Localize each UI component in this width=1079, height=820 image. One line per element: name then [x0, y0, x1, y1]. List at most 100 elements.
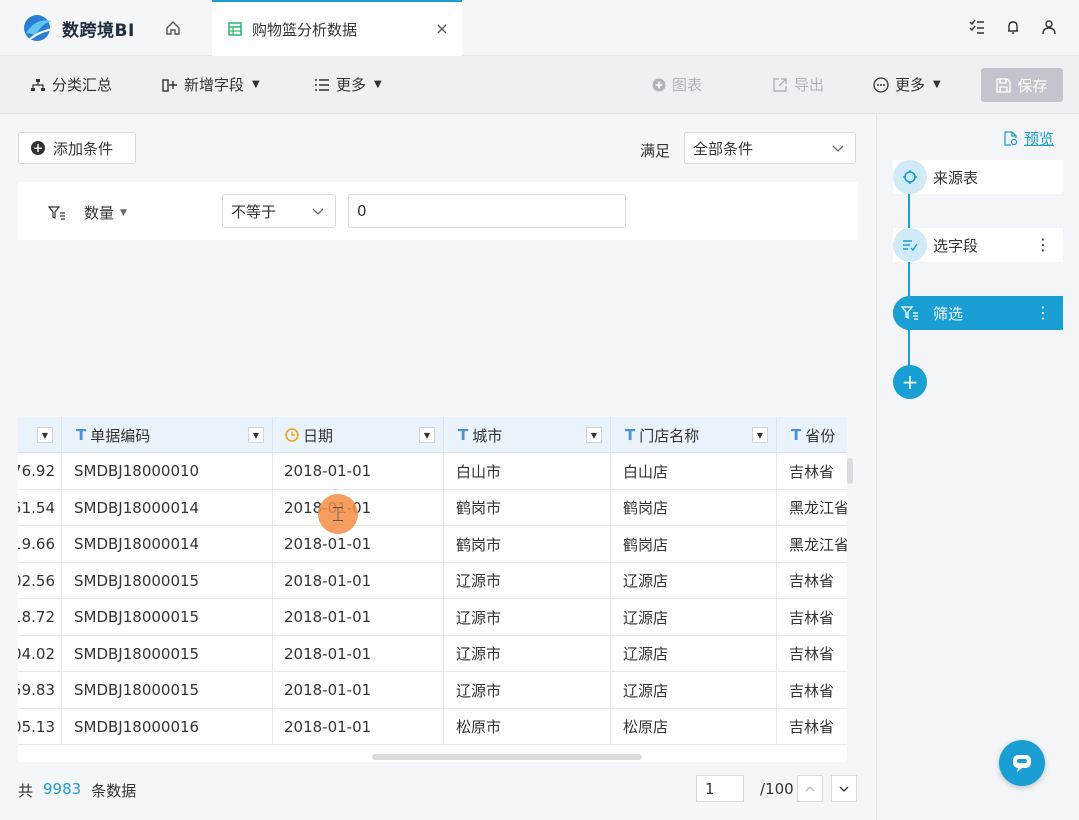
- add-column-icon: [162, 78, 177, 92]
- toolbar: 分类汇总 新增字段 ▼ 更多 ▼ 图表 导出 更多 ▼: [0, 56, 1079, 114]
- chat-icon: [1013, 755, 1031, 772]
- table-cell: 辽源店: [611, 672, 777, 708]
- close-icon[interactable]: ×: [432, 19, 452, 38]
- vertical-scrollbar[interactable]: [847, 458, 853, 484]
- more-vertical-icon[interactable]: ⋮: [1035, 303, 1051, 322]
- table-cell: 59.83: [18, 672, 62, 708]
- flow-node-select-fields[interactable]: 选字段 ⋮: [893, 228, 1063, 262]
- table-cell: 吉林省: [789, 718, 835, 736]
- table-cell: 2018-01-01: [273, 599, 444, 635]
- table-cell: 辽源店: [611, 635, 777, 672]
- next-page-button[interactable]: [831, 775, 857, 802]
- column-header-store[interactable]: T 门店名称 ▼: [611, 417, 777, 453]
- chart-label: 图表: [672, 76, 703, 94]
- table-cell: 白山店: [611, 453, 777, 489]
- category-summary-label: 分类汇总: [52, 76, 113, 94]
- caret-down-icon: ▼: [374, 79, 382, 90]
- column-header-label: 单据编码: [90, 426, 151, 445]
- more-left-button[interactable]: 更多 ▼: [314, 74, 382, 95]
- save-button[interactable]: 保存: [981, 68, 1063, 102]
- count-prefix: 共: [18, 782, 34, 800]
- table-row[interactable]: 18.72SMDBJ180000152018-01-01辽源市辽源店吉林省: [18, 599, 847, 636]
- table-cell: SMDBJ18000010: [62, 453, 273, 489]
- condition-field-select[interactable]: 数量 ▼: [48, 202, 127, 223]
- bell-icon[interactable]: [1003, 16, 1023, 38]
- column-menu-icon[interactable]: ▼: [419, 427, 435, 443]
- table-cell: SMDBJ18000015: [62, 635, 273, 672]
- page-number-input[interactable]: 1: [696, 775, 744, 802]
- table-cell: 51.54: [18, 489, 62, 526]
- column-menu-icon[interactable]: ▼: [37, 427, 53, 443]
- data-table: ▼ T 单据编码 ▼ 日期 ▼ T 城市 ▼ T 门店名称 ▼ T 省份 76.…: [18, 417, 847, 762]
- list-icon: [315, 78, 329, 91]
- table-row[interactable]: 59.83SMDBJ180000152018-01-01辽源市辽源店吉林省: [18, 672, 847, 709]
- chart-button[interactable]: 图表: [652, 74, 702, 95]
- table-row[interactable]: 04.02SMDBJ180000152018-01-01辽源市辽源店吉林省: [18, 635, 847, 672]
- home-button[interactable]: [158, 16, 188, 40]
- preview-icon: [1004, 131, 1018, 146]
- table-row[interactable]: 02.56SMDBJ180000152018-01-01辽源市辽源店吉林省: [18, 562, 847, 599]
- column-header-city[interactable]: T 城市 ▼: [444, 417, 611, 453]
- table-cell: 黑龙江省: [789, 535, 847, 554]
- export-icon: [773, 77, 787, 92]
- more-vertical-icon[interactable]: ⋮: [1035, 235, 1051, 254]
- column-header-province[interactable]: T 省份: [777, 417, 847, 453]
- column-menu-icon[interactable]: ▼: [586, 427, 602, 443]
- add-circle-icon: [652, 78, 666, 91]
- column-header-label: 门店名称: [639, 426, 700, 445]
- table-cell: 黑龙江省: [789, 499, 847, 517]
- app-logo[interactable]: 数跨境BI: [22, 12, 135, 44]
- flow-node-label: 筛选: [933, 304, 964, 323]
- condition-row: 数量 ▼ 不等于: [18, 182, 858, 240]
- caret-down-icon: ▼: [252, 79, 260, 90]
- column-menu-icon[interactable]: ▼: [248, 427, 264, 443]
- tab-label: 购物篮分析数据: [252, 20, 358, 39]
- tab-basket-analysis[interactable]: 购物篮分析数据 ×: [212, 0, 462, 56]
- filter-icon: [893, 296, 927, 330]
- table-cell: 吉林省: [789, 608, 835, 627]
- user-icon[interactable]: [1039, 16, 1059, 38]
- task-list-icon[interactable]: [967, 16, 987, 38]
- logo-icon: [24, 15, 55, 41]
- operator-select[interactable]: 不等于: [222, 194, 336, 228]
- column-menu-icon[interactable]: ▼: [752, 427, 768, 443]
- flow-node-source[interactable]: 来源表: [893, 160, 1063, 194]
- more-right-button[interactable]: 更多 ▼: [873, 74, 941, 95]
- table-cell: 鹤岗店: [611, 526, 777, 562]
- table-cell: 19.66: [18, 526, 62, 562]
- export-button[interactable]: 导出: [772, 74, 824, 95]
- table-cell: SMDBJ18000016: [62, 708, 273, 745]
- save-icon: [996, 77, 1012, 93]
- satisfy-select[interactable]: 全部条件: [684, 132, 856, 164]
- condition-value-input[interactable]: [348, 194, 626, 228]
- table-row[interactable]: 51.54SMDBJ180000142018-01-01鹤岗市鹤岗店黑龙江省: [18, 489, 847, 526]
- flow-node-label: 来源表: [933, 168, 979, 187]
- table-row[interactable]: 19.66SMDBJ180000142018-01-01鹤岗市鹤岗店黑龙江省: [18, 526, 847, 563]
- table-cell: SMDBJ18000014: [62, 526, 273, 562]
- horizontal-scrollbar[interactable]: [372, 754, 642, 760]
- table-cell: 白山市: [444, 453, 611, 489]
- column-header-date[interactable]: 日期 ▼: [273, 417, 444, 453]
- table-row[interactable]: 76.92SMDBJ180000102018-01-01白山市白山店吉林省: [18, 453, 847, 490]
- preview-label: 预览: [1024, 130, 1055, 148]
- save-label: 保存: [1017, 76, 1048, 95]
- flow-node-label: 选字段: [933, 236, 979, 255]
- table-cell: 鹤岗市: [444, 526, 611, 562]
- chat-support-button[interactable]: [999, 740, 1045, 786]
- column-header-amount[interactable]: ▼: [18, 417, 62, 453]
- prev-page-button[interactable]: [797, 775, 823, 802]
- add-condition-button[interactable]: + 添加条件: [18, 132, 136, 164]
- more-circle-icon: [873, 76, 889, 93]
- table-cell: 辽源店: [611, 562, 777, 599]
- table-row[interactable]: 05.13SMDBJ180000162018-01-01松原市松原店吉林省: [18, 708, 847, 745]
- flow-node-filter[interactable]: 筛选 ⋮: [893, 296, 1063, 330]
- column-header-label: 日期: [303, 426, 334, 445]
- satisfy-value: 全部条件: [693, 139, 754, 158]
- category-summary-button[interactable]: 分类汇总: [30, 74, 112, 95]
- page-total: /100: [760, 780, 794, 798]
- add-field-button[interactable]: 新增字段 ▼: [162, 74, 260, 95]
- add-node-button[interactable]: +: [893, 365, 927, 399]
- preview-link[interactable]: 预览: [1003, 128, 1054, 149]
- column-header-doc-code[interactable]: T 单据编码 ▼: [62, 417, 273, 453]
- table-header: ▼ T 单据编码 ▼ 日期 ▼ T 城市 ▼ T 门店名称 ▼ T 省份: [18, 417, 847, 453]
